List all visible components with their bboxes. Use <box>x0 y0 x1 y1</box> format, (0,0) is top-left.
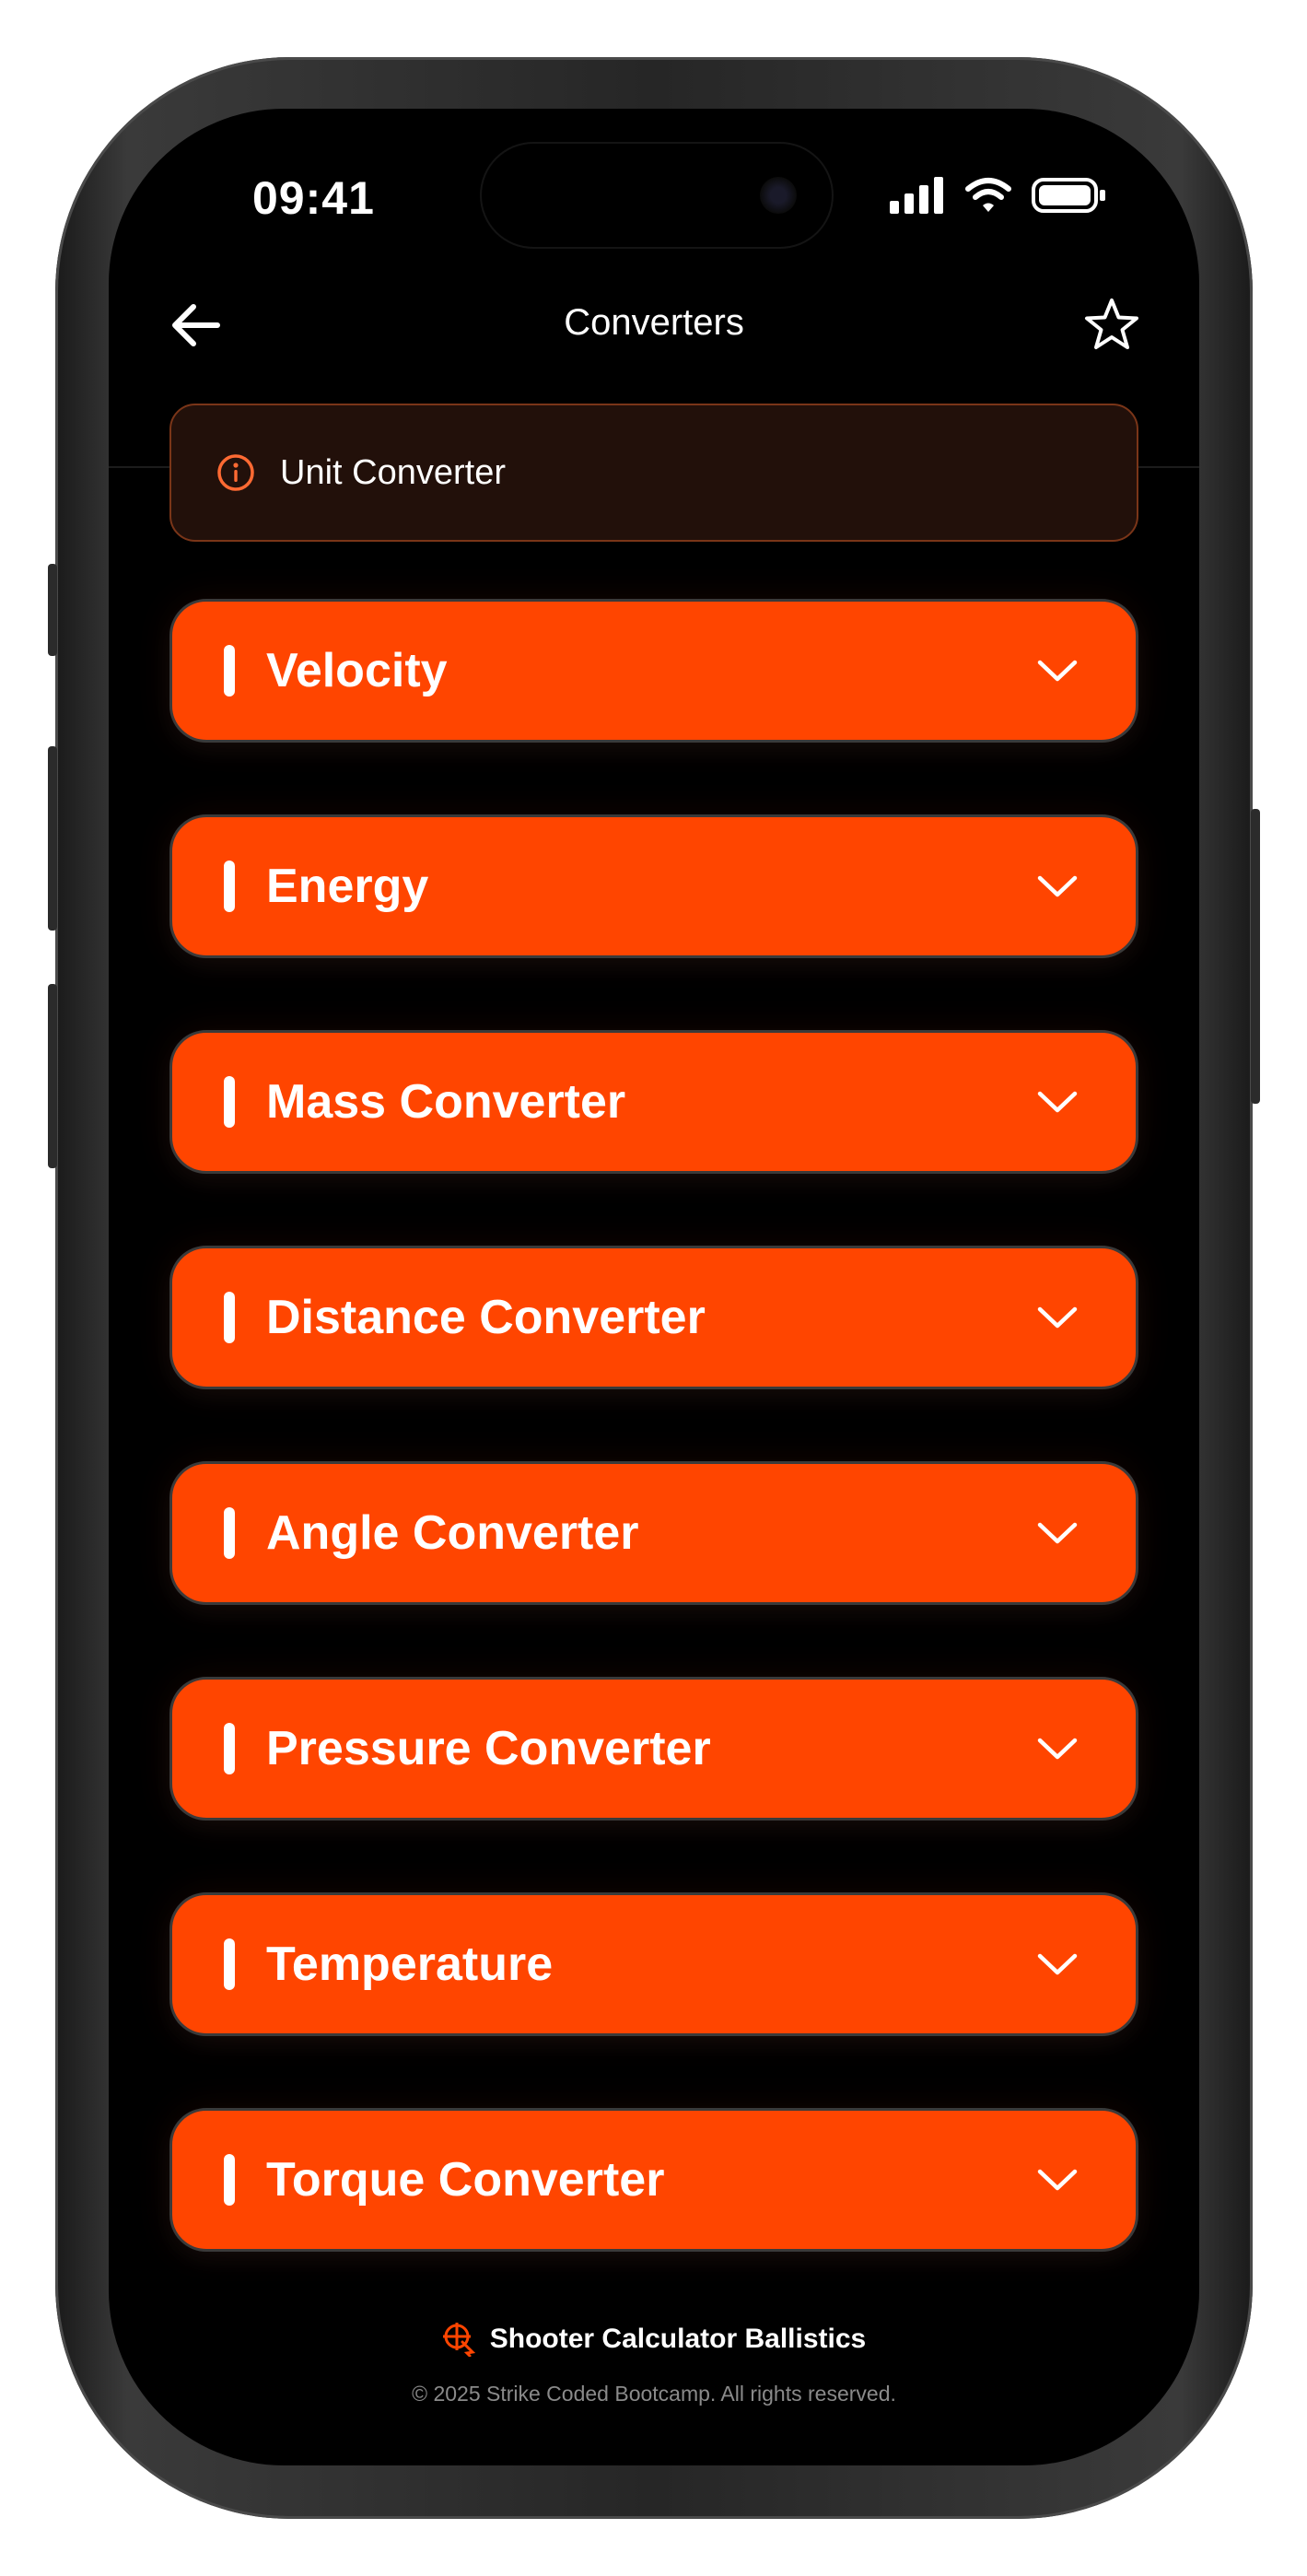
chevron-down-icon <box>1037 1522 1078 1544</box>
footer-copyright: © 2025 Strike Coded Bootcamp. All rights… <box>412 2382 896 2406</box>
accent-bar <box>224 1723 235 1774</box>
chevron-down-icon <box>1037 660 1078 682</box>
accordion-energy[interactable]: Energy <box>169 814 1138 958</box>
action-button <box>48 564 57 656</box>
accent-bar <box>224 1292 235 1343</box>
accordion-pressure-converter[interactable]: Pressure Converter <box>169 1677 1138 1821</box>
info-banner-text: Unit Converter <box>280 452 506 492</box>
chevron-down-icon <box>1037 875 1078 897</box>
chevron-down-icon <box>1037 1306 1078 1329</box>
page-title: Converters <box>564 302 744 343</box>
accent-bar <box>224 1507 235 1559</box>
accordion-label: Pressure Converter <box>266 1722 711 1775</box>
accordion-label: Temperature <box>266 1938 554 1991</box>
accordion-label: Torque Converter <box>266 2153 665 2207</box>
accordion-label: Distance Converter <box>266 1291 706 1344</box>
info-banner: Unit Converter <box>169 404 1138 542</box>
footer-brand: Shooter Calculator Ballistics <box>442 2322 866 2357</box>
accordion-mass-converter[interactable]: Mass Converter <box>169 1030 1138 1174</box>
star-icon <box>1085 299 1138 349</box>
accent-bar <box>224 2154 235 2206</box>
footer-brand-name: Shooter Calculator Ballistics <box>489 2324 867 2354</box>
chevron-down-icon <box>1037 1091 1078 1113</box>
battery-icon <box>1032 178 1105 213</box>
dynamic-island <box>482 144 832 247</box>
crosshair-logo-icon <box>442 2323 475 2357</box>
accordion-label: Angle Converter <box>266 1506 639 1560</box>
volume-up-button <box>48 746 57 931</box>
accordion-temperature[interactable]: Temperature <box>169 1892 1138 2036</box>
chevron-down-icon <box>1037 1738 1078 1760</box>
accent-bar <box>224 1076 235 1128</box>
app-screen: 09:41 Converters Unit Converter Velocity… <box>109 109 1199 2465</box>
wifi-icon <box>965 178 1011 212</box>
status-icons <box>890 177 1107 214</box>
accordion-label: Velocity <box>266 644 448 697</box>
accordion-velocity[interactable]: Velocity <box>169 599 1138 743</box>
status-time: 09:41 <box>252 172 375 224</box>
volume-down-button <box>48 984 57 1168</box>
accordion-torque-converter[interactable]: Torque Converter <box>169 2108 1138 2252</box>
footer: Shooter Calculator Ballistics © 2025 Str… <box>109 2322 1199 2406</box>
chevron-down-icon <box>1037 2169 1078 2191</box>
accent-bar <box>224 645 235 697</box>
info-circle-icon <box>217 454 254 491</box>
accordion-distance-converter[interactable]: Distance Converter <box>169 1246 1138 1389</box>
accordion-label: Mass Converter <box>266 1075 626 1129</box>
accent-bar <box>224 1938 235 1990</box>
accordion-label: Energy <box>266 860 429 913</box>
accordion-angle-converter[interactable]: Angle Converter <box>169 1461 1138 1605</box>
accent-bar <box>224 861 235 912</box>
cellular-signal-icon <box>890 177 943 214</box>
power-button <box>1251 809 1260 1104</box>
favorite-button[interactable] <box>1079 293 1144 357</box>
camera-icon <box>760 177 797 214</box>
chevron-down-icon <box>1037 1953 1078 1975</box>
